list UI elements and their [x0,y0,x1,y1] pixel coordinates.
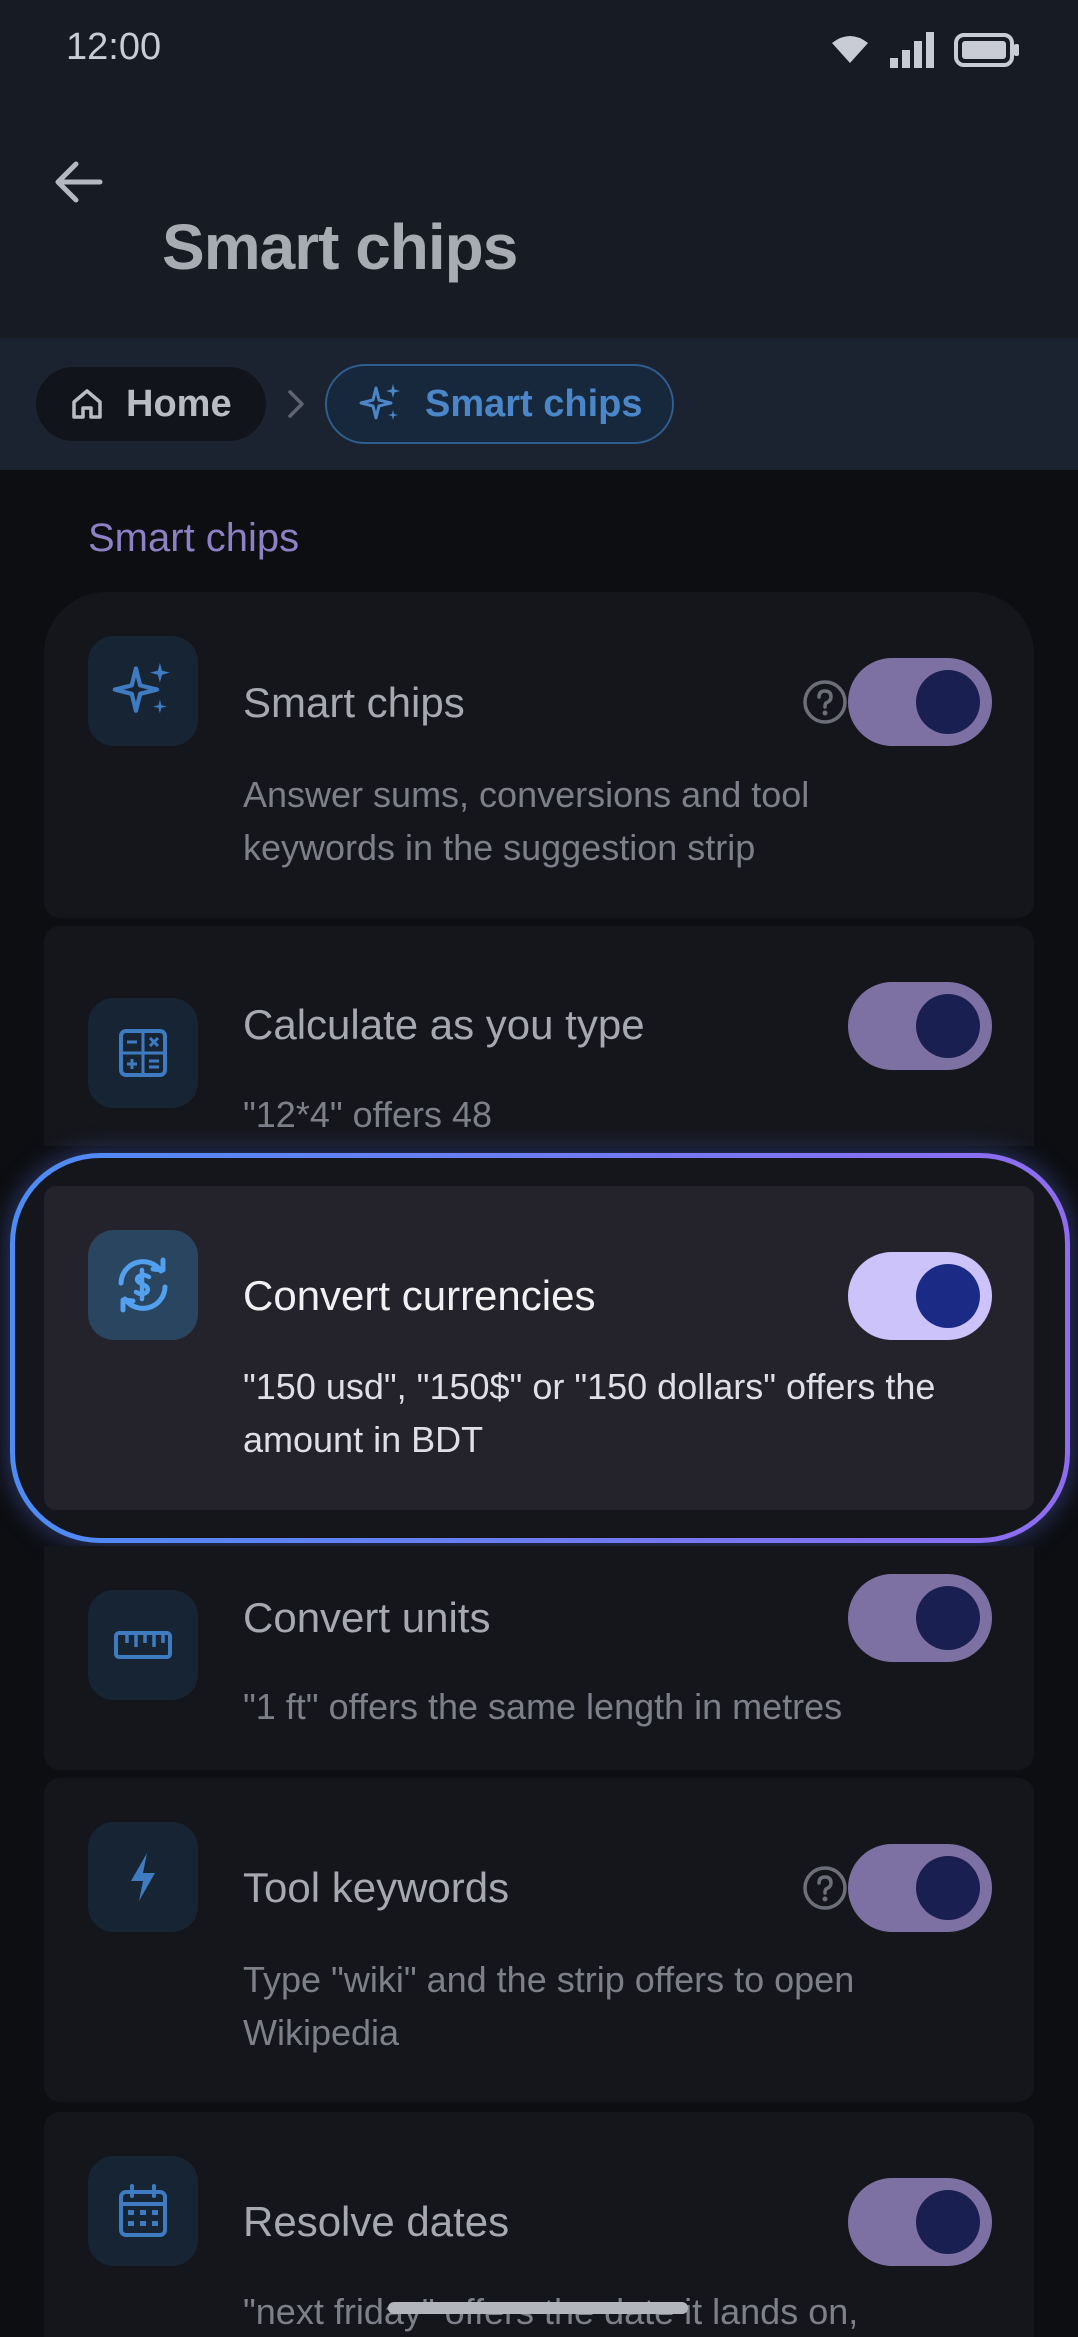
help-icon[interactable] [801,1864,849,1912]
home-indicator[interactable] [388,2302,688,2314]
back-button[interactable] [48,152,108,212]
convert-currencies-toggle[interactable] [848,1252,992,1340]
sparkles-icon [112,662,170,714]
breadcrumb-current-label: Smart chips [425,382,643,425]
calendar-icon [119,2184,167,2237]
setting-description: "1 ft" offers the same length in metres [243,1686,843,1727]
setting-icon-tile [88,1230,198,1340]
setting-smart-chips[interactable]: Smart chips Answer sums, conversions and… [44,592,1034,918]
page-title: Smart chips [162,211,518,283]
calculator-icon [119,1029,167,1077]
help-icon[interactable] [801,678,849,726]
sparkles-icon [359,384,400,420]
wifi-icon [832,36,868,63]
status-icons [830,30,1020,70]
breadcrumb-home[interactable]: Home [36,367,266,441]
setting-convert-units[interactable]: Convert units "1 ft" offers the same len… [44,1546,1034,1770]
setting-title: Resolve dates [243,2198,510,2245]
setting-title: Convert currencies [243,1272,596,1319]
setting-title: Smart chips [243,679,465,726]
setting-description: Type "wiki" and the strip offers to open… [243,1959,855,2053]
chevron-right-icon [288,390,304,418]
setting-description: "150 usd", "150$" or "150 dollars" offer… [243,1366,936,1460]
setting-icon-tile [88,1590,198,1700]
toggle-knob [916,994,980,1058]
currency-exchange-icon [118,1257,168,1313]
setting-description: Answer sums, conversions and tool keywor… [243,774,810,868]
smart-chips-toggle[interactable] [848,658,992,746]
setting-icon-tile [88,998,198,1108]
breadcrumb-current[interactable]: Smart chips [325,364,674,444]
setting-description: "12*4" offers 48 [243,1094,493,1135]
toggle-knob [916,1856,980,1920]
setting-convert-currencies[interactable]: Convert currencies "150 usd", "150$" or … [44,1186,1034,1510]
toggle-knob [916,1586,980,1650]
toggle-knob [916,1264,980,1328]
battery-icon [954,33,1019,67]
setting-icon-tile [88,1822,198,1932]
bolt-icon [131,1853,155,1901]
tool-keywords-toggle[interactable] [848,1844,992,1932]
convert-units-toggle[interactable] [848,1574,992,1662]
setting-calculate-as-you-type[interactable]: Calculate as you type "12*4" offers 48 [44,926,1034,1146]
status-time: 12:00 [66,26,162,68]
calculate-toggle[interactable] [848,982,992,1070]
setting-icon-tile [88,636,198,746]
setting-icon-tile [88,2156,198,2266]
toggle-knob [916,2190,980,2254]
setting-title: Calculate as you type [243,1001,645,1048]
breadcrumb-home-label: Home [126,382,232,425]
section-title: Smart chips [88,516,300,560]
setting-title: Tool keywords [243,1864,510,1911]
setting-title: Convert units [243,1594,491,1641]
arrow-left-icon [55,161,103,203]
resolve-dates-toggle[interactable] [848,2178,992,2266]
signal-icon [890,32,934,68]
toggle-knob [916,670,980,734]
setting-tool-keywords[interactable]: Tool keywords Type "wiki" and the strip … [44,1778,1034,2102]
ruler-icon [114,1631,172,1659]
home-icon [72,389,102,419]
